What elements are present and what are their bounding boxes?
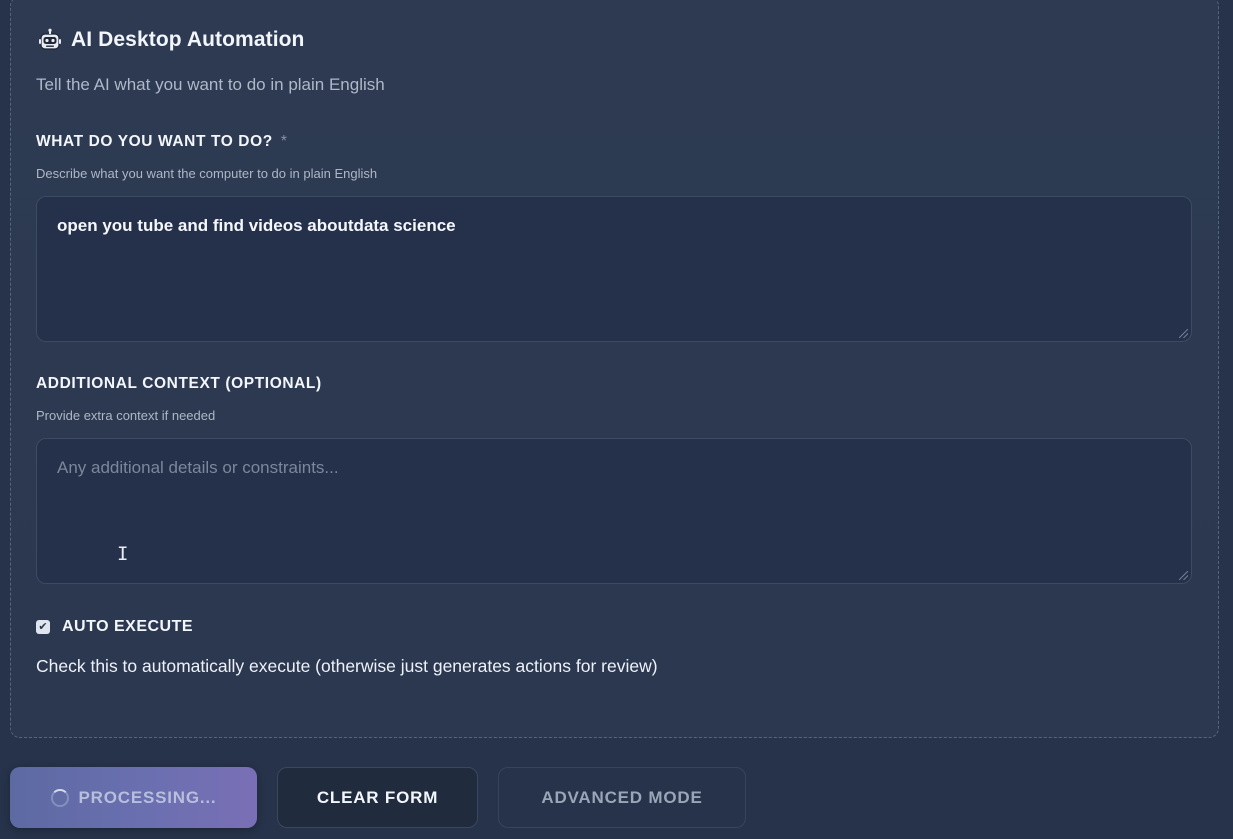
auto-execute-row[interactable]: ✔ AUTO EXECUTE bbox=[36, 618, 193, 636]
context-field-help: Provide extra context if needed bbox=[36, 408, 216, 423]
processing-button-label: PROCESSING... bbox=[78, 787, 217, 807]
clear-form-button[interactable]: CLEAR FORM bbox=[277, 767, 478, 828]
auto-execute-checkbox[interactable]: ✔ bbox=[36, 620, 50, 634]
text-cursor-icon: I bbox=[117, 543, 129, 565]
auto-execute-help: Check this to automatically execute (oth… bbox=[36, 656, 658, 676]
resize-grip-icon[interactable] bbox=[1179, 329, 1188, 338]
context-field-label: ADDITIONAL CONTEXT (OPTIONAL) bbox=[36, 375, 322, 392]
task-textarea-value: open you tube and find videos aboutdata … bbox=[57, 216, 456, 235]
task-field-help: Describe what you want the computer to d… bbox=[36, 166, 378, 181]
robot-icon bbox=[38, 28, 62, 52]
resize-grip-icon[interactable] bbox=[1179, 571, 1188, 580]
advanced-mode-button[interactable]: ADVANCED MODE bbox=[498, 767, 746, 828]
context-textarea-placeholder: Any additional details or constraints... bbox=[57, 458, 339, 477]
task-field-label-text: WHAT DO YOU WANT TO DO? bbox=[36, 133, 273, 150]
panel-header: AI Desktop Automation bbox=[38, 28, 305, 52]
task-field-label: WHAT DO YOU WANT TO DO? * bbox=[36, 133, 287, 151]
auto-execute-label[interactable]: AUTO EXECUTE bbox=[62, 618, 193, 636]
page-subtitle: Tell the AI what you want to do in plain… bbox=[36, 75, 385, 94]
required-mark: * bbox=[280, 133, 288, 150]
advanced-mode-button-label: ADVANCED MODE bbox=[541, 787, 703, 807]
task-textarea[interactable]: open you tube and find videos aboutdata … bbox=[36, 196, 1192, 342]
spinner-icon bbox=[50, 788, 69, 807]
clear-form-button-label: CLEAR FORM bbox=[316, 787, 439, 807]
processing-button[interactable]: PROCESSING... bbox=[10, 767, 257, 828]
page-title: AI Desktop Automation bbox=[71, 28, 305, 51]
context-textarea[interactable]: Any additional details or constraints... bbox=[36, 438, 1192, 584]
